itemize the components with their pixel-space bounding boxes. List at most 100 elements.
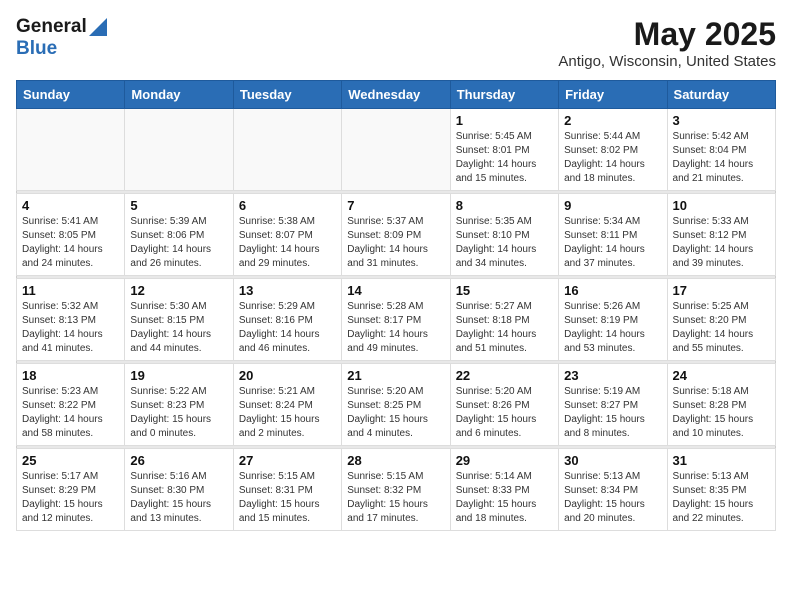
- day-number: 22: [456, 368, 553, 383]
- day-info: Sunrise: 5:33 AM Sunset: 8:12 PM Dayligh…: [673, 215, 770, 271]
- day-number: 16: [564, 283, 661, 298]
- day-number: 17: [673, 283, 770, 298]
- day-of-week-header: Thursday: [450, 81, 558, 109]
- day-number: 11: [22, 283, 119, 298]
- calendar-day-cell: 12 Sunrise: 5:30 AM Sunset: 8:15 PM Dayli…: [125, 279, 233, 361]
- day-number: 6: [239, 198, 336, 213]
- calendar-day-cell: 3 Sunrise: 5:42 AM Sunset: 8:04 PM Daylig…: [667, 109, 775, 191]
- day-number: 19: [130, 368, 227, 383]
- calendar-day-cell: 26Sunrise: 5:16 AM Sunset: 8:30 PM Dayli…: [125, 449, 233, 531]
- day-info: Sunrise: 5:20 AM Sunset: 8:25 PM Dayligh…: [347, 385, 444, 441]
- page-subtitle: Antigo, Wisconsin, United States: [558, 53, 776, 70]
- day-info: Sunrise: 5:39 AM Sunset: 8:06 PM Dayligh…: [130, 215, 227, 271]
- logo: General Blue: [16, 16, 107, 60]
- calendar-day-cell: 21 Sunrise: 5:20 AM Sunset: 8:25 PM Dayli…: [342, 364, 450, 446]
- day-info: Sunrise: 5:37 AM Sunset: 8:09 PM Dayligh…: [347, 215, 444, 271]
- day-info: Sunrise: 5:16 AM Sunset: 8:30 PM Dayligh…: [130, 470, 227, 526]
- day-info: Sunrise: 5:41 AM Sunset: 8:05 PM Dayligh…: [22, 215, 119, 271]
- calendar-day-cell: 16 Sunrise: 5:26 AM Sunset: 8:19 PM Dayli…: [559, 279, 667, 361]
- calendar-day-cell: 11 Sunrise: 5:32 AM Sunset: 8:13 PM Dayli…: [17, 279, 125, 361]
- day-info: Sunrise: 5:13 AM Sunset: 8:35 PM Dayligh…: [673, 470, 770, 526]
- day-of-week-header: Tuesday: [233, 81, 341, 109]
- day-number: 21: [347, 368, 444, 383]
- calendar-day-cell: 24 Sunrise: 5:18 AM Sunset: 8:28 PM Dayli…: [667, 364, 775, 446]
- day-info: Sunrise: 5:23 AM Sunset: 8:22 PM Dayligh…: [22, 385, 119, 441]
- day-info: Sunrise: 5:44 AM Sunset: 8:02 PM Dayligh…: [564, 130, 661, 186]
- calendar-week-row: 1Sunrise: 5:45 AM Sunset: 8:01 PM Daylig…: [17, 109, 776, 191]
- calendar-day-cell: 31 Sunrise: 5:13 AM Sunset: 8:35 PM Dayli…: [667, 449, 775, 531]
- calendar-day-cell: 17 Sunrise: 5:25 AM Sunset: 8:20 PM Dayli…: [667, 279, 775, 361]
- day-info: Sunrise: 5:15 AM Sunset: 8:31 PM Dayligh…: [239, 470, 336, 526]
- day-number: 25: [22, 453, 119, 468]
- day-info: Sunrise: 5:17 AM Sunset: 8:29 PM Dayligh…: [22, 470, 119, 526]
- calendar-week-row: 25 Sunrise: 5:17 AM Sunset: 8:29 PM Dayli…: [17, 449, 776, 531]
- day-number: 8: [456, 198, 553, 213]
- day-info: Sunrise: 5:15 AM Sunset: 8:32 PM Dayligh…: [347, 470, 444, 526]
- calendar-table: SundayMondayTuesdayWednesdayThursdayFrid…: [16, 80, 776, 531]
- day-info: Sunrise: 5:20 AM Sunset: 8:26 PM Dayligh…: [456, 385, 553, 441]
- calendar-day-cell: 4Sunrise: 5:41 AM Sunset: 8:05 PM Daylig…: [17, 194, 125, 276]
- calendar-day-cell: 28 Sunrise: 5:15 AM Sunset: 8:32 PM Dayli…: [342, 449, 450, 531]
- day-number: 31: [673, 453, 770, 468]
- page-title: May 2025: [558, 16, 776, 53]
- calendar-day-cell: 10Sunrise: 5:33 AM Sunset: 8:12 PM Dayli…: [667, 194, 775, 276]
- day-info: Sunrise: 5:32 AM Sunset: 8:13 PM Dayligh…: [22, 300, 119, 356]
- calendar-day-cell: [233, 109, 341, 191]
- day-number: 12: [130, 283, 227, 298]
- day-info: Sunrise: 5:27 AM Sunset: 8:18 PM Dayligh…: [456, 300, 553, 356]
- day-number: 13: [239, 283, 336, 298]
- day-info: Sunrise: 5:25 AM Sunset: 8:20 PM Dayligh…: [673, 300, 770, 356]
- calendar-day-cell: 9 Sunrise: 5:34 AM Sunset: 8:11 PM Daylig…: [559, 194, 667, 276]
- day-number: 7: [347, 198, 444, 213]
- day-number: 20: [239, 368, 336, 383]
- day-info: Sunrise: 5:21 AM Sunset: 8:24 PM Dayligh…: [239, 385, 336, 441]
- page-header: General Blue May 2025 Antigo, Wisconsin,…: [16, 16, 776, 70]
- calendar-day-cell: 5 Sunrise: 5:39 AM Sunset: 8:06 PM Daylig…: [125, 194, 233, 276]
- day-info: Sunrise: 5:13 AM Sunset: 8:34 PM Dayligh…: [564, 470, 661, 526]
- logo-general: General: [16, 16, 87, 38]
- calendar-day-cell: 29 Sunrise: 5:14 AM Sunset: 8:33 PM Dayli…: [450, 449, 558, 531]
- day-number: 27: [239, 453, 336, 468]
- day-number: 29: [456, 453, 553, 468]
- calendar-week-row: 11 Sunrise: 5:32 AM Sunset: 8:13 PM Dayli…: [17, 279, 776, 361]
- calendar-day-cell: 15 Sunrise: 5:27 AM Sunset: 8:18 PM Dayli…: [450, 279, 558, 361]
- day-info: Sunrise: 5:34 AM Sunset: 8:11 PM Dayligh…: [564, 215, 661, 271]
- day-number: 9: [564, 198, 661, 213]
- calendar-day-cell: 1Sunrise: 5:45 AM Sunset: 8:01 PM Daylig…: [450, 109, 558, 191]
- day-number: 1: [456, 113, 553, 128]
- day-of-week-header: Monday: [125, 81, 233, 109]
- day-number: 2: [564, 113, 661, 128]
- day-info: Sunrise: 5:14 AM Sunset: 8:33 PM Dayligh…: [456, 470, 553, 526]
- calendar-day-cell: 13 Sunrise: 5:29 AM Sunset: 8:16 PM Dayli…: [233, 279, 341, 361]
- day-info: Sunrise: 5:26 AM Sunset: 8:19 PM Dayligh…: [564, 300, 661, 356]
- day-number: 18: [22, 368, 119, 383]
- day-info: Sunrise: 5:42 AM Sunset: 8:04 PM Dayligh…: [673, 130, 770, 186]
- calendar-day-cell: 20 Sunrise: 5:21 AM Sunset: 8:24 PM Dayli…: [233, 364, 341, 446]
- calendar-day-cell: [125, 109, 233, 191]
- day-info: Sunrise: 5:19 AM Sunset: 8:27 PM Dayligh…: [564, 385, 661, 441]
- calendar-day-cell: 23 Sunrise: 5:19 AM Sunset: 8:27 PM Dayli…: [559, 364, 667, 446]
- calendar-header-row: SundayMondayTuesdayWednesdayThursdayFrid…: [17, 81, 776, 109]
- day-number: 15: [456, 283, 553, 298]
- calendar-day-cell: 22 Sunrise: 5:20 AM Sunset: 8:26 PM Dayli…: [450, 364, 558, 446]
- calendar-week-row: 4Sunrise: 5:41 AM Sunset: 8:05 PM Daylig…: [17, 194, 776, 276]
- day-info: Sunrise: 5:22 AM Sunset: 8:23 PM Dayligh…: [130, 385, 227, 441]
- day-of-week-header: Saturday: [667, 81, 775, 109]
- day-info: Sunrise: 5:35 AM Sunset: 8:10 PM Dayligh…: [456, 215, 553, 271]
- calendar-day-cell: 19 Sunrise: 5:22 AM Sunset: 8:23 PM Dayli…: [125, 364, 233, 446]
- day-number: 23: [564, 368, 661, 383]
- day-info: Sunrise: 5:29 AM Sunset: 8:16 PM Dayligh…: [239, 300, 336, 356]
- day-number: 3: [673, 113, 770, 128]
- calendar-day-cell: 18 Sunrise: 5:23 AM Sunset: 8:22 PM Dayli…: [17, 364, 125, 446]
- title-block: May 2025 Antigo, Wisconsin, United State…: [558, 16, 776, 70]
- day-number: 28: [347, 453, 444, 468]
- day-number: 5: [130, 198, 227, 213]
- calendar-day-cell: [17, 109, 125, 191]
- day-of-week-header: Wednesday: [342, 81, 450, 109]
- day-number: 24: [673, 368, 770, 383]
- day-number: 14: [347, 283, 444, 298]
- day-info: Sunrise: 5:30 AM Sunset: 8:15 PM Dayligh…: [130, 300, 227, 356]
- day-number: 30: [564, 453, 661, 468]
- calendar-day-cell: 30 Sunrise: 5:13 AM Sunset: 8:34 PM Dayli…: [559, 449, 667, 531]
- day-info: Sunrise: 5:18 AM Sunset: 8:28 PM Dayligh…: [673, 385, 770, 441]
